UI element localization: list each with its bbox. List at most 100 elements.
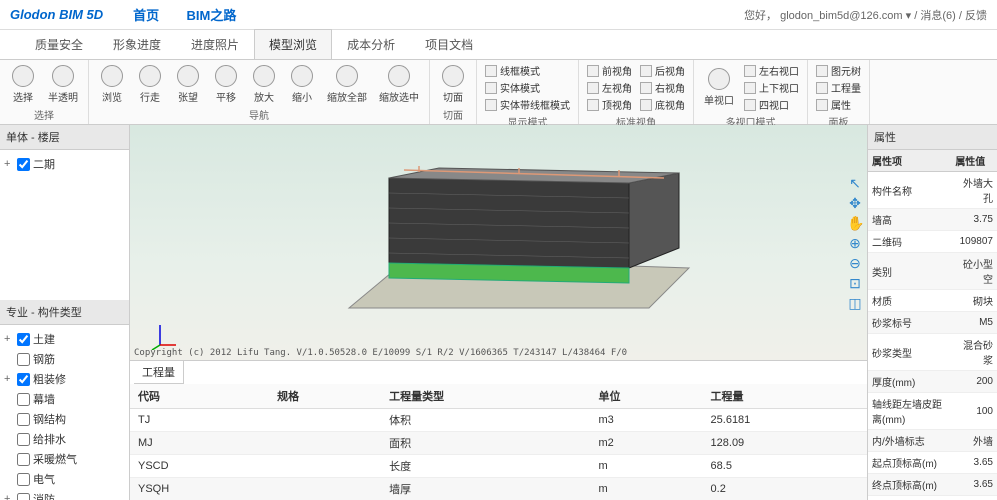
mode-icon xyxy=(640,65,652,77)
main-tab-2[interactable]: 进度照片 xyxy=(176,29,254,59)
main-tab-4[interactable]: 成本分析 xyxy=(332,29,410,59)
feedback-link[interactable]: 反馈 xyxy=(965,10,987,22)
tree-checkbox[interactable] xyxy=(17,413,30,426)
tree-item[interactable]: +土建 xyxy=(4,329,125,349)
tree-checkbox[interactable] xyxy=(17,473,30,486)
table-row[interactable]: 墙高3.75 xyxy=(868,209,997,231)
tree-checkbox[interactable] xyxy=(17,333,30,346)
tree-checkbox[interactable] xyxy=(17,453,30,466)
ribbon-list-item[interactable]: 属性 xyxy=(816,96,861,113)
viewport-3d[interactable]: ↖ ✥ ✋ ⊕ ⊖ ⊡ ◫ Copyright (c) 2012 Lifu Ta… xyxy=(130,125,867,360)
main-tab-1[interactable]: 形象进度 xyxy=(98,29,176,59)
table-row[interactable]: 轴线距左墙皮距离(mm)100 xyxy=(868,393,997,430)
table-row[interactable]: 构件名称外墙大孔 xyxy=(868,172,997,209)
messages-link[interactable]: 消息(6) xyxy=(920,10,955,22)
ribbon-list-item[interactable]: 实体模式 xyxy=(485,79,570,96)
qty-col-header[interactable]: 工程量 xyxy=(703,384,867,409)
ribbon-list-item[interactable]: 顶视角 xyxy=(587,96,632,113)
table-row[interactable]: 砂浆标号M5 xyxy=(868,312,997,334)
qty-col-header[interactable]: 代码 xyxy=(130,384,269,409)
main-tab-5[interactable]: 项目文档 xyxy=(410,29,488,59)
zoom-out-tool[interactable]: ⊖ xyxy=(847,255,863,271)
table-row[interactable]: 起点顶标高(m)3.65 xyxy=(868,452,997,474)
qty-col-header[interactable]: 工程量类型 xyxy=(381,384,590,409)
cube-tool[interactable]: ◫ xyxy=(847,295,863,311)
ribbon-button[interactable]: 单视口 xyxy=(698,66,740,109)
ribbon-list-item[interactable]: 工程量 xyxy=(816,79,861,96)
prop-value: 砼小型空 xyxy=(951,253,997,290)
ribbon-button[interactable]: 放大 xyxy=(245,63,283,106)
table-row[interactable]: 内/外墙标志外墙 xyxy=(868,430,997,452)
ribbon-button[interactable]: 平移 xyxy=(207,63,245,106)
orbit-tool[interactable]: ✥ xyxy=(847,195,863,211)
ribbon-list-item[interactable]: 图元树 xyxy=(816,62,861,79)
tree-checkbox[interactable] xyxy=(17,433,30,446)
ribbon-button[interactable]: 缩放选中 xyxy=(373,63,425,106)
expand-icon[interactable]: + xyxy=(4,333,14,345)
tree-item[interactable]: +粗装修 xyxy=(4,369,125,389)
table-row[interactable]: 二维码109807 xyxy=(868,231,997,253)
tree-item[interactable]: 采暖燃气 xyxy=(4,449,125,469)
table-row[interactable]: YSCD长度m68.5 xyxy=(130,455,867,478)
table-row[interactable]: YSQH墙厚m0.2 xyxy=(130,478,867,500)
tree-item[interactable]: 幕墙 xyxy=(4,389,125,409)
tree-item[interactable]: +消防 xyxy=(4,489,125,500)
ribbon-list-item[interactable]: 上下视口 xyxy=(744,79,799,96)
ribbon-list-item[interactable]: 实体带线框模式 xyxy=(485,96,570,113)
quantity-table[interactable]: 代码规格工程量类型单位工程量TJ体积m325.6181MJ面积m2128.09Y… xyxy=(130,384,867,500)
ribbon-button[interactable]: 半透明 xyxy=(42,63,84,106)
ribbon-list-item[interactable]: 前视角 xyxy=(587,62,632,79)
ribbon-button[interactable]: 切面 xyxy=(434,63,472,106)
qty-col-header[interactable]: 单位 xyxy=(591,384,703,409)
cursor-tool[interactable]: ↖ xyxy=(847,175,863,191)
tree-item[interactable]: 钢筋 xyxy=(4,349,125,369)
qty-col-header[interactable]: 规格 xyxy=(269,384,381,409)
tree-label: 钢结构 xyxy=(33,411,66,427)
ribbon-list-item[interactable]: 右视角 xyxy=(640,79,685,96)
ribbon-list-item[interactable]: 底视角 xyxy=(640,96,685,113)
tree-item[interactable]: 电气 xyxy=(4,469,125,489)
tree-checkbox[interactable] xyxy=(17,158,30,171)
table-row[interactable]: 类别砼小型空 xyxy=(868,253,997,290)
zoom-in-tool[interactable]: ⊕ xyxy=(847,235,863,251)
properties-table[interactable]: 属性项属性值构件名称外墙大孔墙高3.75二维码109807类别砼小型空材质砌块砂… xyxy=(868,150,997,500)
expand-icon[interactable]: + xyxy=(4,158,14,170)
ribbon-button[interactable]: 浏览 xyxy=(93,63,131,106)
expand-icon[interactable]: + xyxy=(4,373,14,385)
nav-home[interactable]: 首页 xyxy=(133,8,159,23)
zoom-fit-tool[interactable]: ⊡ xyxy=(847,275,863,291)
ribbon-button[interactable]: 选择 xyxy=(4,63,42,106)
ribbon-button[interactable]: 行走 xyxy=(131,63,169,106)
main-tab-0[interactable]: 质量安全 xyxy=(20,29,98,59)
quantity-tab[interactable]: 工程量 xyxy=(134,360,184,384)
table-row[interactable]: 厚度(mm)200 xyxy=(868,371,997,393)
ribbon-list-item[interactable]: 左视角 xyxy=(587,79,632,96)
tree-checkbox[interactable] xyxy=(17,393,30,406)
table-row[interactable]: 起点底标高(m)-0.1 xyxy=(868,496,997,500)
table-row[interactable]: TJ体积m325.6181 xyxy=(130,409,867,432)
user-menu[interactable]: glodon_bim5d@126.com ▾ xyxy=(780,10,911,22)
tree-item[interactable]: +二期 xyxy=(4,154,125,174)
table-row[interactable]: MJ面积m2128.09 xyxy=(130,432,867,455)
table-row[interactable]: 材质砌块 xyxy=(868,290,997,312)
table-row[interactable]: 砂浆类型混合砂浆 xyxy=(868,334,997,371)
tree-item[interactable]: 给排水 xyxy=(4,429,125,449)
tree-checkbox[interactable] xyxy=(17,353,30,366)
nav-bim-road[interactable]: BIM之路 xyxy=(187,8,237,23)
tree-checkbox[interactable] xyxy=(17,493,30,500)
ribbon-button[interactable]: 缩放全部 xyxy=(321,63,373,106)
table-row[interactable]: 终点顶标高(m)3.65 xyxy=(868,474,997,496)
main-tab-3[interactable]: 模型浏览 xyxy=(254,29,332,59)
tree-item[interactable]: 钢结构 xyxy=(4,409,125,429)
ribbon-list-item[interactable]: 后视角 xyxy=(640,62,685,79)
ribbon-list-item[interactable]: 线框模式 xyxy=(485,62,570,79)
pan-tool[interactable]: ✋ xyxy=(847,215,863,231)
tree-checkbox[interactable] xyxy=(17,373,30,386)
ribbon-button[interactable]: 缩小 xyxy=(283,63,321,106)
ribbon-list-item[interactable]: 四视口 xyxy=(744,96,799,113)
ribbon-button[interactable]: 张望 xyxy=(169,63,207,106)
discipline-tree[interactable]: +土建钢筋+粗装修幕墙钢结构给排水采暖燃气电气+消防+通风空调+智控弱电场地 xyxy=(0,325,129,500)
unit-floor-tree[interactable]: +二期 xyxy=(0,150,129,300)
ribbon-list-item[interactable]: 左右视口 xyxy=(744,62,799,79)
expand-icon[interactable]: + xyxy=(4,493,14,500)
